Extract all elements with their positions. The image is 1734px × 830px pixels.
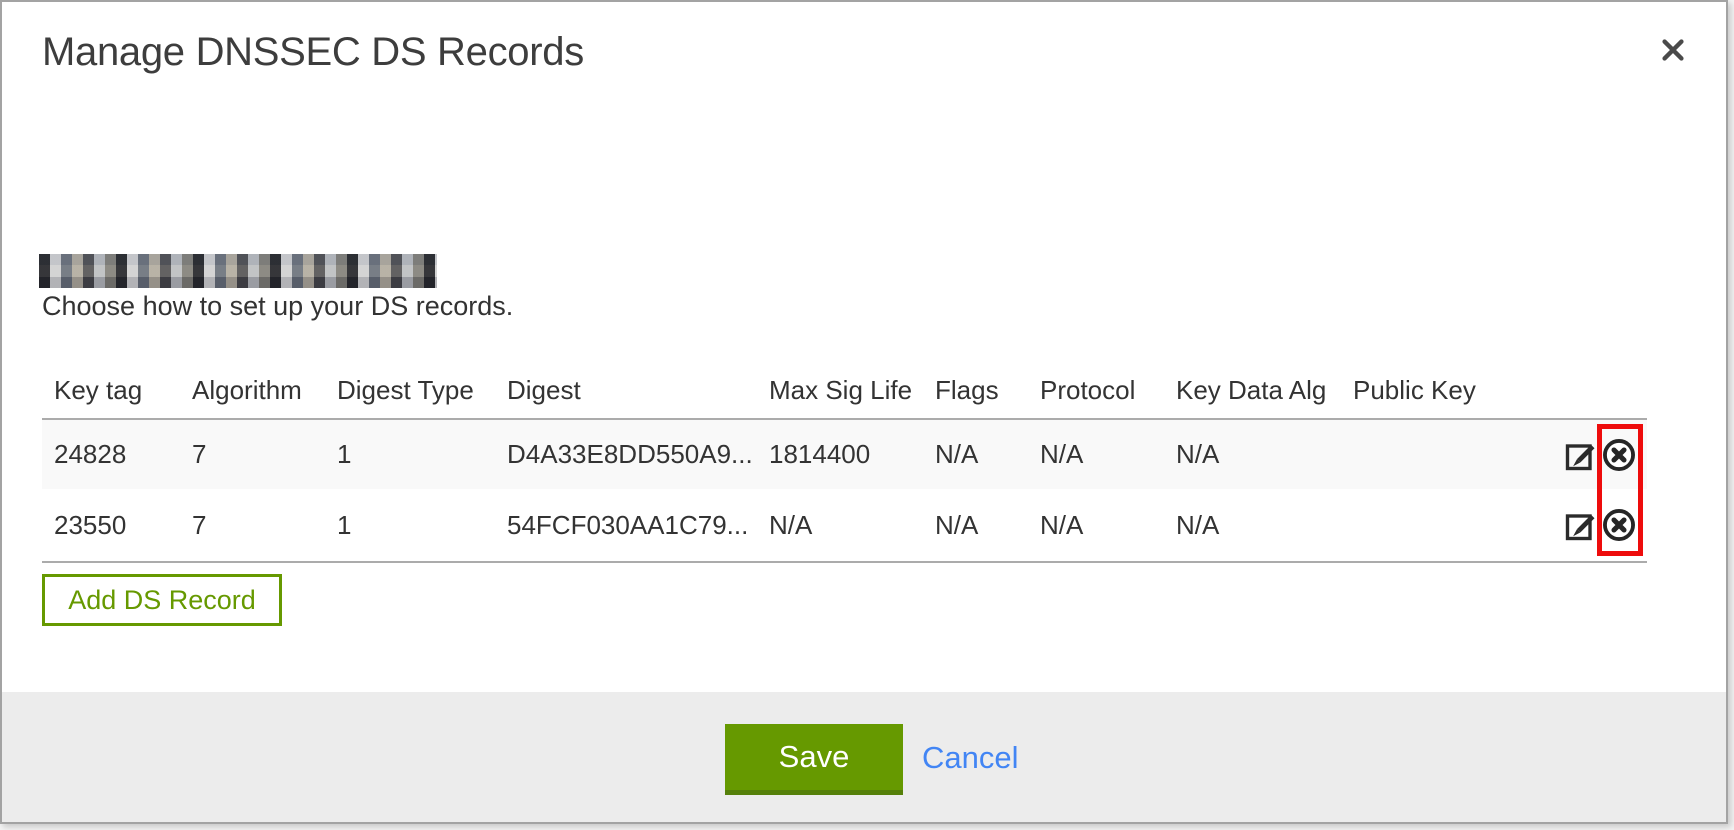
- column-header-public-key: Public Key: [1341, 362, 1554, 419]
- modal-footer: Save Cancel: [2, 692, 1726, 822]
- cell-algorithm: 7: [180, 489, 325, 562]
- column-header-key-data-alg: Key Data Alg: [1164, 362, 1341, 419]
- cell-algorithm: 7: [180, 419, 325, 489]
- cell-public-key: [1341, 489, 1554, 562]
- table-row: 24828 7 1 D4A33E8DD550A9... 1814400 N/A …: [42, 419, 1647, 489]
- column-header-digest: Digest: [495, 362, 757, 419]
- edit-icon: [1563, 437, 1599, 473]
- cell-digest-type: 1: [325, 489, 495, 562]
- column-header-actions: [1554, 362, 1647, 419]
- cell-actions: [1554, 489, 1647, 562]
- delete-record-button[interactable]: [1601, 437, 1637, 473]
- cell-flags: N/A: [923, 489, 1028, 562]
- cell-digest: D4A33E8DD550A9...: [495, 419, 757, 489]
- cell-digest: 54FCF030AA1C79...: [495, 489, 757, 562]
- cell-max-sig-life: N/A: [757, 489, 923, 562]
- cell-public-key: [1341, 419, 1554, 489]
- delete-record-button[interactable]: [1601, 507, 1637, 543]
- edit-record-button[interactable]: [1563, 507, 1599, 543]
- cell-key-data-alg: N/A: [1164, 419, 1341, 489]
- column-header-max-sig-life: Max Sig Life: [757, 362, 923, 419]
- circled-x-icon: [1601, 507, 1637, 543]
- cell-max-sig-life: 1814400: [757, 419, 923, 489]
- cell-key-tag: 23550: [42, 489, 180, 562]
- cell-flags: N/A: [923, 419, 1028, 489]
- cell-actions: [1554, 419, 1647, 489]
- column-header-key-tag: Key tag: [42, 362, 180, 419]
- table-row: 23550 7 1 54FCF030AA1C79... N/A N/A N/A …: [42, 489, 1647, 562]
- edit-record-button[interactable]: [1563, 437, 1599, 473]
- cancel-link[interactable]: Cancel: [922, 740, 1019, 776]
- circled-x-icon: [1601, 437, 1637, 473]
- domain-name-redacted: [39, 254, 437, 288]
- table-header-row: Key tag Algorithm Digest Type Digest Max…: [42, 362, 1647, 419]
- close-button[interactable]: [1656, 34, 1690, 68]
- page-title: Manage DNSSEC DS Records: [42, 30, 584, 75]
- column-header-algorithm: Algorithm: [180, 362, 325, 419]
- column-header-flags: Flags: [923, 362, 1028, 419]
- cell-digest-type: 1: [325, 419, 495, 489]
- manage-dnssec-modal: Manage DNSSEC DS Records Choose how to s…: [0, 0, 1728, 824]
- ds-records-table: Key tag Algorithm Digest Type Digest Max…: [42, 362, 1647, 563]
- cell-protocol: N/A: [1028, 419, 1164, 489]
- column-header-protocol: Protocol: [1028, 362, 1164, 419]
- column-header-digest-type: Digest Type: [325, 362, 495, 419]
- save-button[interactable]: Save: [725, 724, 903, 795]
- close-icon: [1658, 53, 1688, 68]
- cell-key-tag: 24828: [42, 419, 180, 489]
- add-ds-record-button[interactable]: Add DS Record: [42, 574, 282, 626]
- edit-icon: [1563, 507, 1599, 543]
- setup-instruction-text: Choose how to set up your DS records.: [42, 291, 513, 322]
- cell-key-data-alg: N/A: [1164, 489, 1341, 562]
- cell-protocol: N/A: [1028, 489, 1164, 562]
